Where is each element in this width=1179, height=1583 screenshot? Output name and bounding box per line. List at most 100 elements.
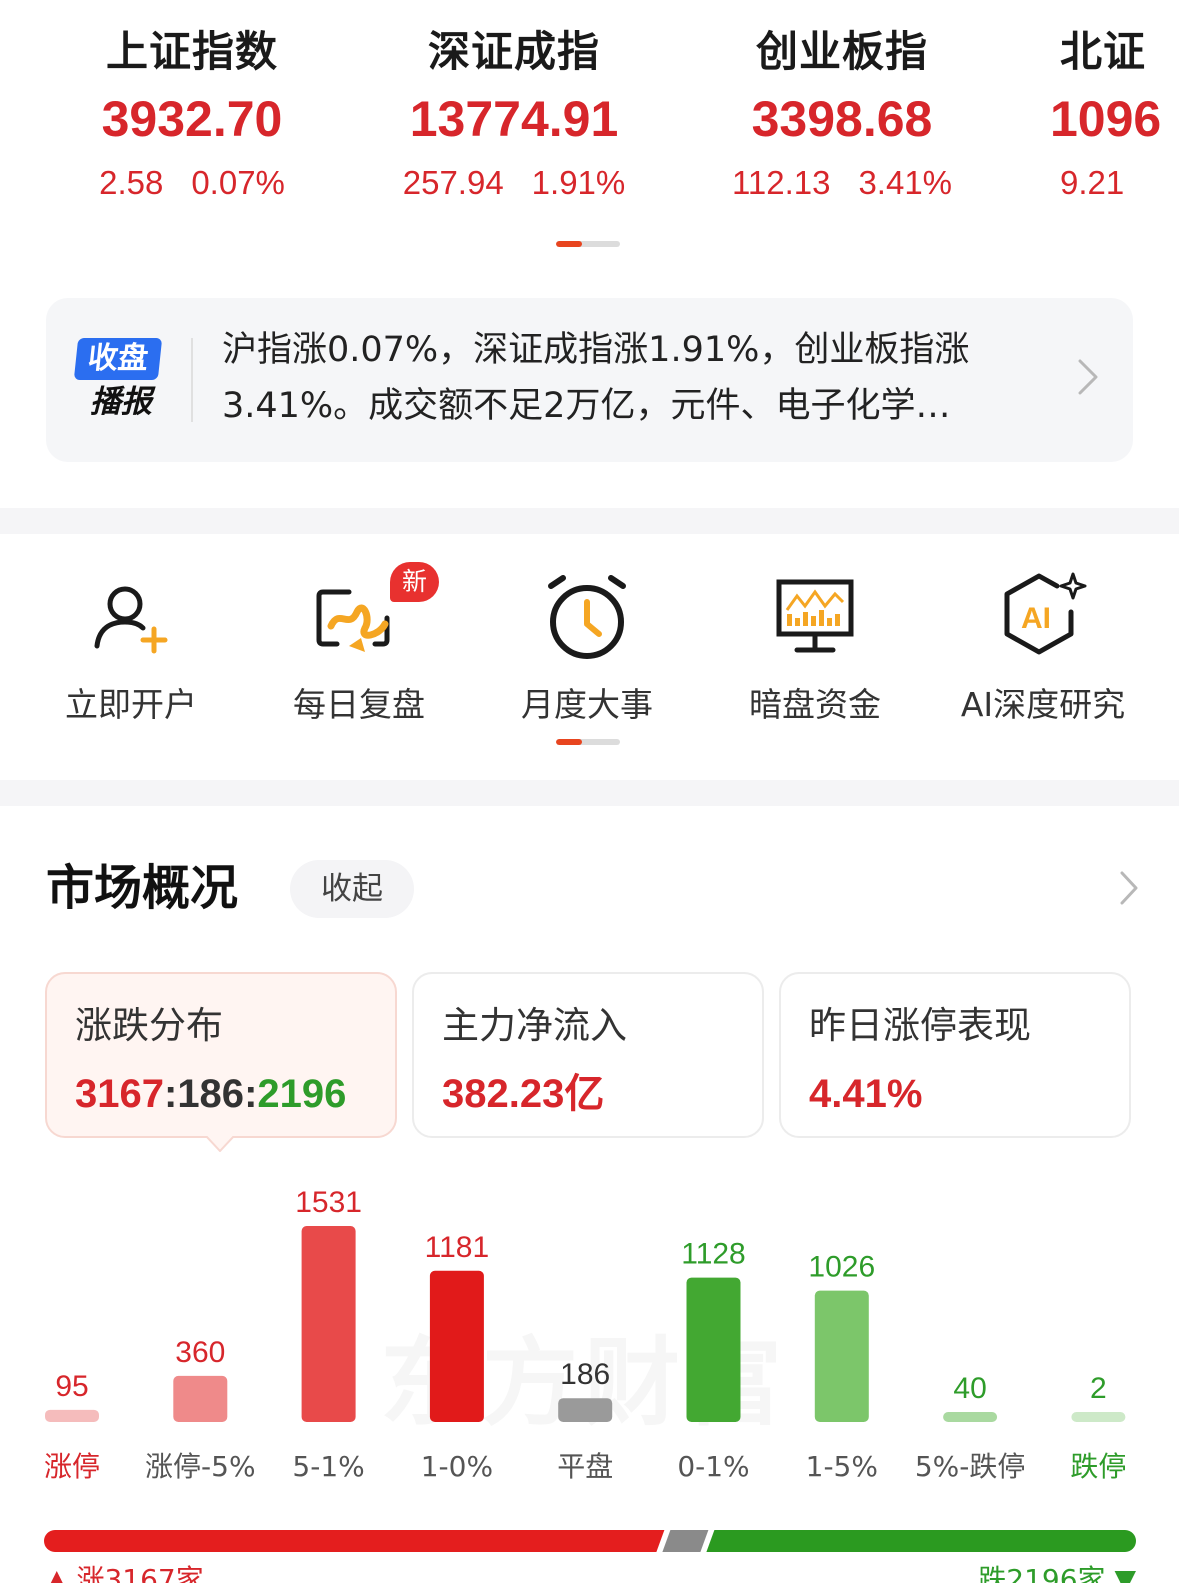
broadcast-logo-bottom: 播报 bbox=[90, 384, 152, 420]
broadcast-logo: 收盘 播报 bbox=[73, 338, 166, 428]
index-change: 257.94 1.91% bbox=[364, 158, 664, 208]
bar-value-label: 2 bbox=[1090, 1372, 1107, 1405]
alarm-clock-icon bbox=[537, 568, 637, 668]
category-label: 涨停-5% bbox=[145, 1450, 256, 1483]
entry-monthly-events[interactable]: 月度大事 bbox=[487, 568, 687, 730]
up-count: 3167 bbox=[75, 1072, 164, 1116]
rise-fall-distribution-chart: 95 涨停 360 涨停-5% 1531 5-1% 1181 1-0% 186 平盘 1128 0-1… bbox=[44, 1186, 1126, 1483]
section-separator bbox=[0, 780, 1179, 806]
card-title: 主力净流入 bbox=[442, 1004, 627, 1047]
ai-research-icon: AI bbox=[993, 568, 1093, 668]
category-label: 涨停 bbox=[44, 1450, 100, 1483]
review-chart-icon: 新 bbox=[309, 562, 439, 668]
bar-2 bbox=[301, 1226, 356, 1422]
index-change-percent: 0.07% bbox=[191, 164, 285, 201]
down-total-label: 跌2196家 ▼ bbox=[978, 1560, 1136, 1583]
index-pager bbox=[556, 241, 620, 247]
index-name: 深证成指 bbox=[427, 27, 600, 76]
card-main-net-inflow[interactable]: 主力净流入 382.23亿 bbox=[412, 972, 764, 1138]
category-label: 5%-跌停 bbox=[915, 1450, 1026, 1483]
broadcast-logo-top: 收盘 bbox=[73, 338, 163, 380]
index-change: 2.58 0.07% bbox=[42, 158, 342, 208]
bar-value-label: 40 bbox=[953, 1372, 986, 1405]
bar-8 bbox=[1071, 1412, 1126, 1422]
bar-1 bbox=[173, 1375, 228, 1422]
card-title: 昨日涨停表现 bbox=[809, 1004, 1031, 1047]
entry-label: 月度大事 bbox=[521, 685, 653, 724]
market-overview-title: 市场概况 bbox=[46, 860, 239, 916]
category-label: 5-1% bbox=[292, 1450, 364, 1483]
bar-value-label: 1531 bbox=[295, 1186, 362, 1219]
collapse-button[interactable]: 收起 bbox=[290, 860, 414, 918]
entry-daily-review[interactable]: 新 每日复盘 bbox=[259, 562, 459, 730]
category-label: 1-5% bbox=[806, 1450, 878, 1483]
category-label: 跌停 bbox=[1070, 1450, 1126, 1483]
down-count: 2196 bbox=[257, 1072, 347, 1116]
index-change-amount: 257.94 bbox=[402, 164, 504, 201]
bar-6 bbox=[814, 1290, 869, 1422]
entry-label: 每日复盘 bbox=[293, 685, 425, 724]
index-beijing[interactable]: 北证 1096 9.21 bbox=[1020, 22, 1179, 208]
up-total-text: 涨3167家 bbox=[76, 1563, 204, 1583]
index-shanghai[interactable]: 上证指数 3932.70 2.58 0.07% bbox=[42, 22, 342, 208]
index-value: 1096 bbox=[1050, 91, 1162, 147]
index-chinext[interactable]: 创业板指 3398.68 112.13 3.41% bbox=[692, 22, 992, 208]
section-separator bbox=[0, 508, 1179, 534]
bar-3 bbox=[429, 1270, 484, 1422]
ratio-down-segment bbox=[706, 1530, 1136, 1552]
index-value: 13774.91 bbox=[409, 91, 619, 147]
entry-label: 暗盘资金 bbox=[749, 685, 881, 724]
card-yesterday-limit-up[interactable]: 昨日涨停表现 4.41% bbox=[779, 972, 1131, 1138]
index-change: 9.21 bbox=[1046, 158, 1179, 208]
up-total-label: ▲ 涨3167家 bbox=[46, 1560, 204, 1583]
new-badge: 新 bbox=[389, 562, 439, 602]
index-change-percent: 3.41% bbox=[858, 164, 953, 201]
index-change-amount: 9.21 bbox=[1060, 164, 1125, 201]
chevron-right-icon[interactable] bbox=[1077, 358, 1099, 396]
bar-0 bbox=[45, 1409, 99, 1422]
card-value: 3167:186:2196 bbox=[75, 1064, 367, 1124]
index-shenzhen[interactable]: 深证成指 13774.91 257.94 1.91% bbox=[364, 22, 664, 208]
monitor-chart-icon bbox=[765, 568, 865, 668]
bar-7 bbox=[943, 1412, 998, 1422]
index-change-amount: 112.13 bbox=[731, 164, 831, 201]
category-label: 平盘 bbox=[557, 1450, 613, 1483]
index-change-amount: 2.58 bbox=[99, 164, 164, 201]
entry-ai-research[interactable]: AI AI深度研究 bbox=[943, 568, 1143, 730]
bar-value-label: 1026 bbox=[808, 1251, 875, 1284]
entry-label: 立即开户 bbox=[65, 685, 197, 724]
down-total-text: 跌2196家 bbox=[978, 1563, 1106, 1583]
ratio-up-segment bbox=[44, 1530, 665, 1552]
ratio-flat-segment bbox=[662, 1530, 709, 1552]
entry-open-account[interactable]: 立即开户 bbox=[31, 568, 231, 730]
entry-dark-pool-funds[interactable]: 暗盘资金 bbox=[715, 568, 915, 730]
flat-count: 186 bbox=[177, 1072, 245, 1116]
user-add-icon bbox=[81, 568, 181, 668]
entries-pager bbox=[556, 739, 620, 745]
ratio-separator: : bbox=[244, 1072, 258, 1116]
index-change-percent: 1.91% bbox=[531, 164, 626, 201]
category-label: 1-0% bbox=[421, 1450, 493, 1483]
card-title: 涨跌分布 bbox=[75, 1004, 223, 1047]
bar-value-label: 1128 bbox=[681, 1238, 746, 1271]
index-value: 3932.70 bbox=[101, 91, 283, 147]
rise-fall-ratio-bar bbox=[44, 1530, 1136, 1552]
closing-broadcast[interactable]: 收盘 播报 沪指涨0.07%，深证成指涨1.91%，创业板指涨3.41%。成交额… bbox=[46, 298, 1133, 462]
ratio-separator: : bbox=[163, 1072, 178, 1116]
index-value: 3398.68 bbox=[751, 91, 933, 147]
index-name: 上证指数 bbox=[105, 27, 278, 76]
bar-value-label: 186 bbox=[560, 1358, 610, 1391]
bar-value-label: 95 bbox=[55, 1370, 88, 1403]
category-label: 0-1% bbox=[677, 1450, 749, 1483]
card-value: 382.23亿 bbox=[442, 1072, 605, 1116]
bar-value-label: 1181 bbox=[425, 1231, 490, 1264]
bar-5 bbox=[686, 1277, 741, 1422]
index-ticker[interactable]: 上证指数 3932.70 2.58 0.07% 深证成指 13774.91 257… bbox=[0, 0, 1179, 250]
ratio-footer: ▲ 涨3167家 跌2196家 ▼ bbox=[46, 1560, 1136, 1583]
chevron-right-icon[interactable] bbox=[1119, 870, 1139, 906]
card-value: 4.41% bbox=[809, 1072, 923, 1116]
card-rise-fall-distribution[interactable]: 涨跌分布 3167:186:2196 bbox=[45, 972, 397, 1138]
broadcast-divider bbox=[191, 338, 193, 422]
bar-value-label: 360 bbox=[175, 1336, 225, 1369]
index-name: 创业板指 bbox=[755, 27, 928, 76]
